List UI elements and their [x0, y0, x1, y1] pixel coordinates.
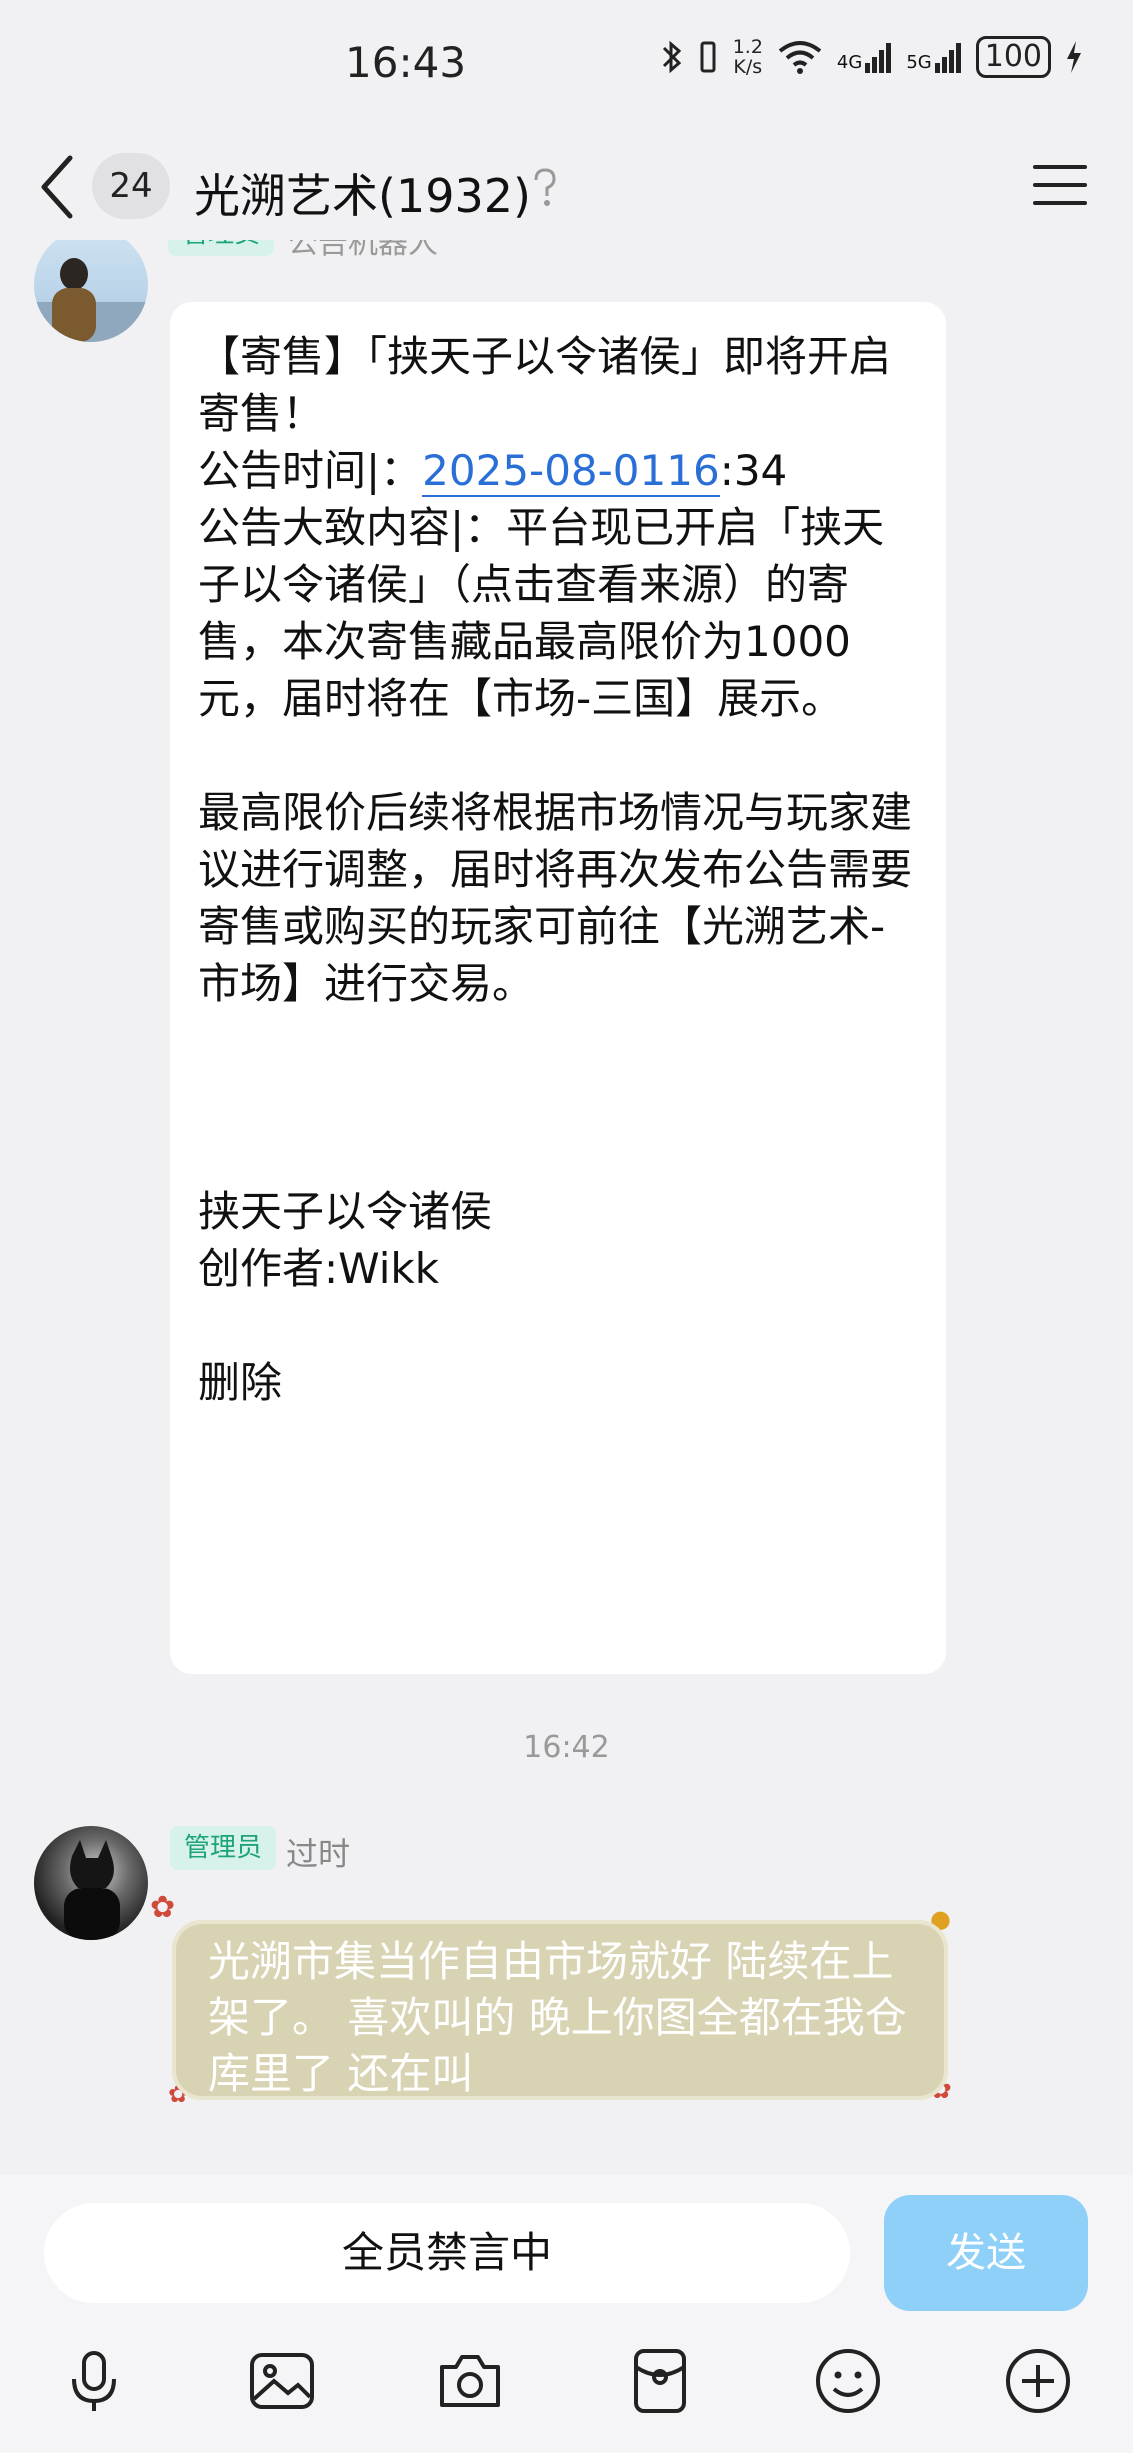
- message-input-disabled[interactable]: 全员禁言中: [44, 2203, 850, 2303]
- wifi-icon: [778, 41, 822, 74]
- signal-bars-icon: [865, 43, 892, 73]
- status-icons: 1.2 K/s 4G 5G 100: [661, 36, 1083, 78]
- bubble-decoration-icon: ✿: [150, 1890, 176, 1925]
- battery-indicator: 100: [975, 36, 1051, 78]
- announcement-title: 【寄售】「挟天子以令诸侯」即将开启寄售！: [198, 332, 892, 438]
- microphone-icon[interactable]: [58, 2345, 130, 2417]
- time-suffix: :34: [719, 446, 788, 495]
- collection-name: 挟天子以令诸侯: [198, 1187, 493, 1236]
- network-type-1: 4G: [836, 52, 863, 73]
- chat-header: 24 光溯艺术(1932): [0, 130, 1133, 250]
- announcement-body-2: 最高限价后续将根据市场情况与玩家建议进行调整，届时将再次发布公告需要寄售或购买的…: [198, 788, 913, 1008]
- avatar-photo: [64, 1840, 120, 1940]
- sender-name: 公告机器人: [288, 240, 438, 261]
- signal-bars-icon: [934, 43, 961, 73]
- input-toolbar: [0, 2315, 1133, 2453]
- input-bar: 全员禁言中 发送: [0, 2175, 1133, 2315]
- emoji-icon[interactable]: [812, 2345, 884, 2417]
- red-packet-icon[interactable]: [624, 2345, 696, 2417]
- network-speed: 1.2 K/s: [733, 37, 763, 77]
- status-bar: 16:43 1.2 K/s 4G 5G 100: [0, 0, 1133, 130]
- time-prefix: 公告时间|：: [198, 446, 423, 495]
- announcement-time: 公告时间|：2025-08-0116:34: [198, 442, 918, 499]
- message-list[interactable]: 管理员 公告机器人 【寄售】「挟天子以令诸侯」即将开启寄售！ 公告时间|：202…: [0, 240, 1133, 2175]
- plus-icon[interactable]: [1002, 2345, 1074, 2417]
- avatar[interactable]: [34, 240, 148, 342]
- speed-value: 1.2: [732, 36, 763, 58]
- admin-tag: 管理员: [168, 240, 275, 256]
- delete-text[interactable]: 删除: [198, 1354, 918, 1411]
- admin-tag: 管理员: [170, 1826, 277, 1870]
- message-timestamp: 16:42: [523, 1730, 610, 1765]
- announcement-body: 公告大致内容|：平台现已开启「挟天子以令诸侯」（点击查看来源）的寄售，本次寄售藏…: [198, 503, 885, 723]
- status-time: 16:43: [345, 38, 467, 87]
- charging-icon: [1067, 41, 1081, 73]
- menu-icon[interactable]: [1031, 160, 1089, 210]
- signal-5g: 5G: [906, 41, 961, 73]
- network-type-2: 5G: [906, 52, 932, 73]
- bluetooth-icon: [662, 40, 681, 74]
- unread-count-badge[interactable]: 24: [92, 153, 170, 219]
- announcement-bubble[interactable]: 【寄售】「挟天子以令诸侯」即将开启寄售！ 公告时间|：2025-08-0116:…: [170, 302, 946, 1674]
- signal-4g: 4G: [837, 41, 892, 73]
- camera-icon[interactable]: [434, 2345, 506, 2417]
- speed-unit: K/s: [733, 56, 763, 78]
- sender-name: 过时: [286, 1835, 351, 1873]
- creator-line: 创作者:Wikk: [198, 1244, 440, 1293]
- group-title[interactable]: 光溯艺术(1932): [194, 160, 531, 226]
- back-arrow-icon[interactable]: [38, 152, 78, 222]
- send-button[interactable]: 发送: [884, 2195, 1088, 2311]
- avatar-photo: [34, 258, 148, 342]
- image-icon[interactable]: [246, 2345, 318, 2417]
- date-link[interactable]: 2025-08-0116: [422, 446, 720, 497]
- group-info-icon[interactable]: [528, 166, 562, 210]
- styled-message-bubble[interactable]: 光溯市集当作自由市场就好 陆续在上架了。 喜欢叫的 晚上你图全都在我仓库里了 还…: [172, 1920, 948, 2100]
- vibrate-icon: [700, 41, 716, 73]
- avatar[interactable]: [34, 1826, 148, 1940]
